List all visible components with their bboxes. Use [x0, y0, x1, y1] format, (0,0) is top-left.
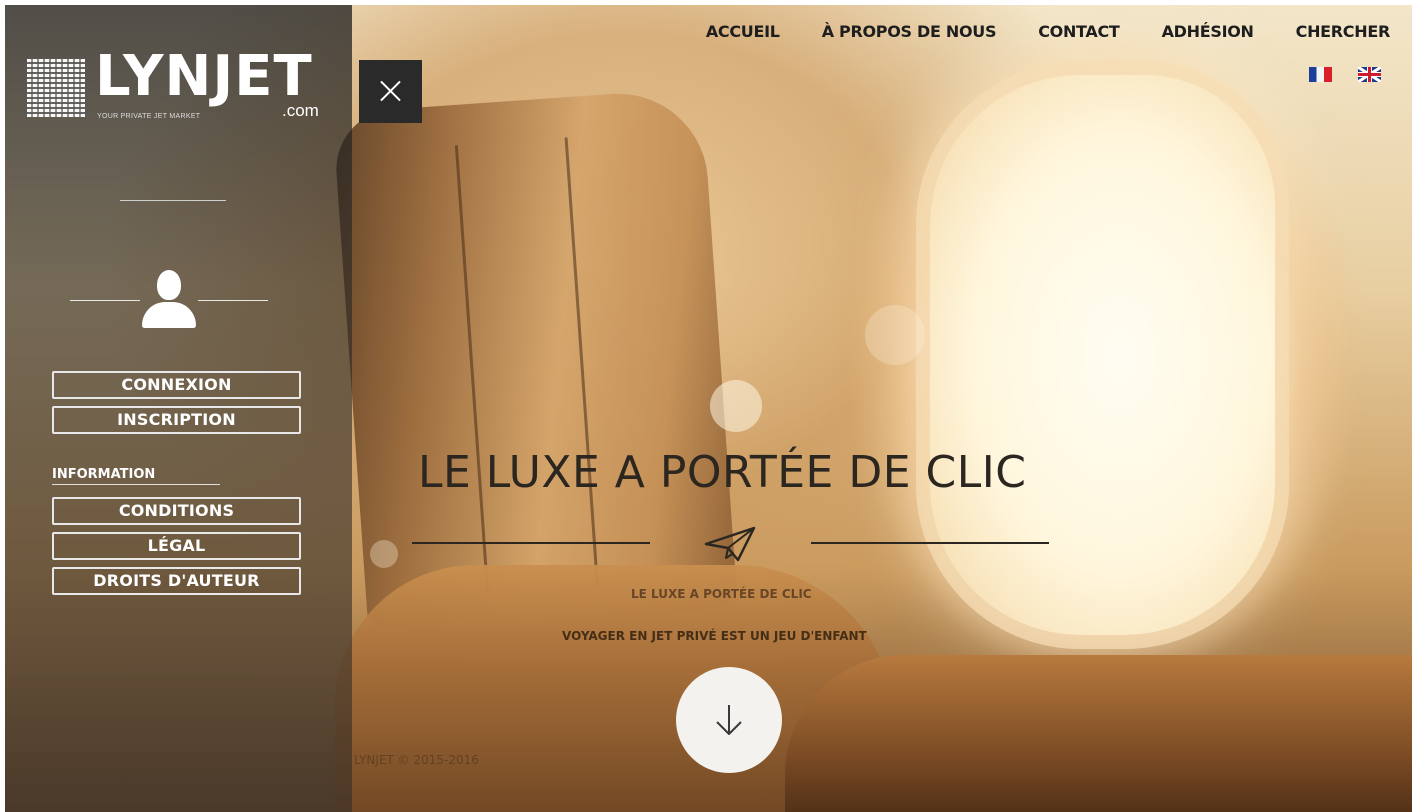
- site-logo[interactable]: LYNJET .com YOUR PRIVATE JET MARKET: [27, 49, 319, 127]
- information-heading: INFORMATION: [52, 467, 156, 482]
- copyright-button[interactable]: DROITS D'AUTEUR: [52, 567, 301, 595]
- scroll-down-button[interactable]: [676, 667, 782, 773]
- logo-domain-suffix: .com: [282, 101, 319, 120]
- login-button[interactable]: CONNEXION: [52, 371, 301, 399]
- bokeh-light: [865, 305, 925, 365]
- bokeh-light: [710, 380, 762, 432]
- conditions-button[interactable]: CONDITIONS: [52, 497, 301, 525]
- nav-item-contact[interactable]: CONTACT: [1038, 22, 1120, 41]
- airplane-window: [930, 75, 1275, 635]
- logo-tagline: YOUR PRIVATE JET MARKET: [97, 113, 201, 120]
- register-button[interactable]: INSCRIPTION: [52, 406, 301, 434]
- hero-subtitle: LE LUXE A PORTÉE DE CLIC: [631, 587, 812, 601]
- logo-wordmark: LYNJET: [95, 44, 313, 109]
- hero-title: LE LUXE A PORTÉE DE CLIC: [418, 447, 1027, 498]
- paper-plane-icon: [704, 526, 756, 562]
- seat-armrest: [785, 655, 1412, 812]
- hero-divider-left: [412, 542, 650, 544]
- sidebar-divider: [120, 200, 226, 201]
- language-switcher: [1309, 67, 1381, 82]
- qr-code-icon: [27, 59, 85, 117]
- close-menu-button[interactable]: [359, 60, 422, 123]
- user-icon: [140, 270, 198, 330]
- nav-item-about[interactable]: À PROPOS DE NOUS: [822, 22, 997, 41]
- hero-divider-right: [811, 542, 1049, 544]
- main-nav: ACCUEIL À PROPOS DE NOUS CONTACT ADHÉSIO…: [706, 22, 1390, 41]
- footer-copyright: LYNJET © 2015-2016: [354, 753, 479, 767]
- france-flag-icon[interactable]: [1309, 67, 1332, 82]
- legal-button[interactable]: LÉGAL: [52, 532, 301, 560]
- nav-item-membership[interactable]: ADHÉSION: [1162, 22, 1254, 41]
- nav-item-search[interactable]: CHERCHER: [1296, 22, 1391, 41]
- nav-item-home[interactable]: ACCUEIL: [706, 22, 780, 41]
- user-section: [70, 270, 268, 332]
- user-divider-left: [70, 300, 140, 301]
- bokeh-light: [370, 540, 398, 568]
- user-divider-right: [198, 300, 268, 301]
- hero-tagline: VOYAGER EN JET PRIVÉ EST UN JEU D'ENFANT: [562, 629, 867, 643]
- information-underline: [52, 484, 220, 485]
- arrow-down-icon: [716, 705, 742, 735]
- uk-flag-icon[interactable]: [1358, 67, 1381, 82]
